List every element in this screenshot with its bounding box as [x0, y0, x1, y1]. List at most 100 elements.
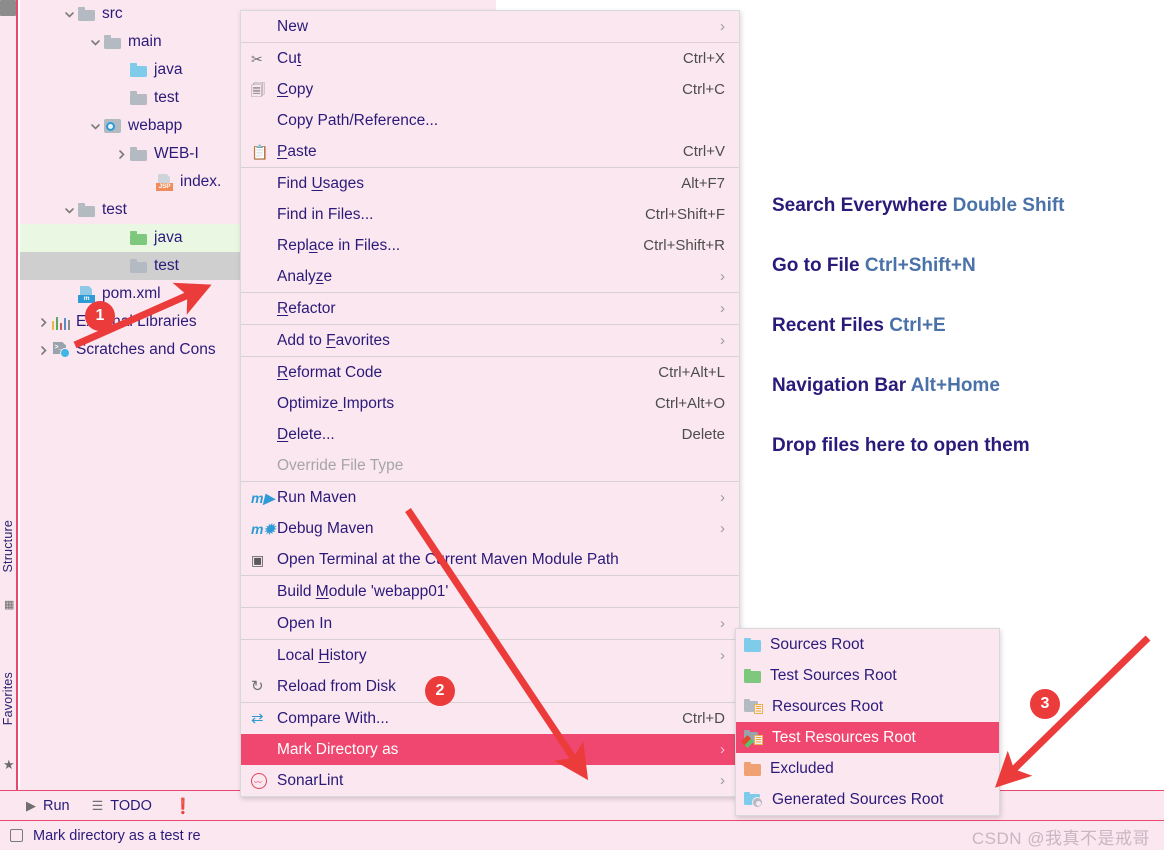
menu-item-label: Local History	[277, 646, 367, 664]
menu-item-copy-path-reference[interactable]: Copy Path/Reference...	[241, 105, 739, 136]
menu-item-shortcut: Ctrl+Shift+F	[644, 206, 725, 223]
tree-item-label: test	[154, 257, 179, 274]
tree-item-main[interactable]: main	[20, 28, 240, 56]
menu-item-paste[interactable]: 📋 Paste Ctrl+V	[241, 136, 739, 167]
tree-item-test[interactable]: test	[20, 252, 240, 280]
copy-icon: 🗐	[251, 81, 265, 98]
tree-item-webapp[interactable]: webapp	[20, 112, 240, 140]
menu-item-open-terminal-at-the-current-maven-module-path[interactable]: ▣ Open Terminal at the Current Maven Modu…	[241, 544, 739, 575]
menu-item-refactor[interactable]: Refactor ›	[241, 293, 739, 324]
menu-item-build-module-webapp01[interactable]: Build Module 'webapp01'	[241, 576, 739, 607]
submenu-item-test-resources-root[interactable]: Test Resources Root	[736, 722, 999, 753]
menu-item-open-in[interactable]: Open In ›	[241, 608, 739, 639]
menu-item-reload-from-disk[interactable]: ↻ Reload from Disk	[241, 671, 739, 702]
menu-item-cut[interactable]: ✂ Cut Ctrl+X	[241, 43, 739, 74]
test-sources-root-icon	[744, 668, 761, 683]
submenu-item-label: Generated Sources Root	[772, 790, 944, 808]
tree-item-java[interactable]: java	[20, 56, 240, 84]
list-icon: ☰	[91, 797, 104, 813]
tree-twisty[interactable]	[112, 61, 130, 79]
todo-label: TODO	[110, 797, 152, 814]
submenu-item-generated-sources-root[interactable]: Generated Sources Root	[736, 784, 999, 815]
folder-icon	[104, 35, 121, 49]
menu-item-compare-with[interactable]: ⇄ Compare With... Ctrl+D	[241, 703, 739, 734]
tree-twisty[interactable]	[60, 201, 78, 219]
tree-twisty[interactable]	[86, 117, 104, 135]
menu-item-shortcut: Ctrl+Shift+R	[643, 237, 725, 254]
left-tool-strip: ▦ Structure ★ Favorites	[0, 0, 18, 790]
tree-item-external-libraries[interactable]: External Libraries	[20, 308, 240, 336]
menu-item-replace-in-files[interactable]: Replace in Files... Ctrl+Shift+R	[241, 230, 739, 261]
submenu-item-excluded[interactable]: Excluded	[736, 753, 999, 784]
tree-item-pom-xml[interactable]: m pom.xml	[20, 280, 240, 308]
menu-item-shortcut: Ctrl+X	[682, 50, 725, 67]
tree-item-label: java	[154, 229, 183, 246]
tree-twisty[interactable]	[34, 341, 52, 359]
tree-item-scratches-and-cons[interactable]: >_ Scratches and Cons	[20, 336, 240, 364]
tree-item-web-i[interactable]: WEB-I	[20, 140, 240, 168]
tree-item-test[interactable]: test	[20, 84, 240, 112]
menu-item-copy[interactable]: 🗐 Copy Ctrl+C	[241, 74, 739, 105]
folder-icon	[78, 7, 95, 21]
submenu-item-sources-root[interactable]: Sources Root	[736, 629, 999, 660]
project-toolwindow-icon[interactable]	[0, 0, 16, 16]
annotation-badge-1: 1	[85, 301, 115, 331]
menu-item-label: Reformat Code	[277, 363, 383, 381]
chevron-right-icon: ›	[720, 647, 725, 664]
tree-twisty[interactable]	[60, 5, 78, 23]
problems-toolwindow-button[interactable]: ❗	[174, 797, 200, 815]
submenu-item-test-sources-root[interactable]: Test Sources Root	[736, 660, 999, 691]
tree-item-java[interactable]: java	[20, 224, 240, 252]
menu-item-debug-maven[interactable]: m✹ Debug Maven ›	[241, 513, 739, 544]
editor-hints: Search Everywhere Double Shift Go to File…	[772, 195, 1065, 495]
menu-item-label: Compare With...	[277, 709, 389, 727]
chevron-right-icon: ›	[720, 300, 725, 317]
tree-item-test[interactable]: test	[20, 196, 240, 224]
menu-item-label: Open In	[277, 614, 333, 632]
refresh-icon: ↻	[251, 678, 264, 695]
jsp-file-icon: JSP	[156, 173, 173, 191]
tree-twisty[interactable]	[112, 145, 130, 163]
editor-hint-search-everywhere: Search Everywhere Double Shift	[772, 195, 1065, 217]
maven-pom-icon: m	[78, 285, 95, 303]
star-icon: ★	[3, 757, 15, 772]
menu-item-add-to-favorites[interactable]: Add to Favorites ›	[241, 325, 739, 356]
tree-twisty[interactable]	[138, 173, 156, 191]
tree-item-src[interactable]: src	[20, 0, 240, 28]
submenu-item-label: Test Resources Root	[772, 728, 916, 746]
tree-twisty[interactable]	[34, 313, 52, 331]
todo-toolwindow-button[interactable]: ☰ TODO	[92, 798, 152, 814]
menu-item-label: Reload from Disk	[277, 677, 396, 695]
menu-item-find-in-files[interactable]: Find in Files... Ctrl+Shift+F	[241, 199, 739, 230]
menu-item-sonarlint[interactable]: 〰 SonarLint ›	[241, 765, 739, 796]
tree-twisty[interactable]	[112, 229, 130, 247]
tree-twisty[interactable]	[86, 33, 104, 51]
menu-item-reformat-code[interactable]: Reformat Code Ctrl+Alt+L	[241, 357, 739, 388]
menu-item-optimize-imports[interactable]: Optimize Imports Ctrl+Alt+O	[241, 388, 739, 419]
strip-label-favorites[interactable]: Favorites	[1, 672, 15, 725]
menu-item-label: Open Terminal at the Current Maven Modul…	[277, 550, 619, 568]
menu-item-find-usages[interactable]: Find Usages Alt+F7	[241, 168, 739, 199]
menu-item-analyze[interactable]: Analyze ›	[241, 261, 739, 292]
run-toolwindow-button[interactable]: ▶ Run	[26, 798, 70, 814]
status-message: Mark directory as a test re	[33, 827, 201, 844]
submenu-item-resources-root[interactable]: Resources Root	[736, 691, 999, 722]
menu-item-label: Paste	[277, 142, 317, 160]
menu-item-label: Replace in Files...	[277, 236, 401, 254]
tree-twisty[interactable]	[60, 285, 78, 303]
tree-twisty[interactable]	[112, 89, 130, 107]
menu-item-new[interactable]: New ›	[241, 11, 739, 42]
menu-item-delete[interactable]: Delete... Delete	[241, 419, 739, 450]
tree-twisty[interactable]	[112, 257, 130, 275]
hint-shortcut: Ctrl+Shift+N	[864, 255, 976, 276]
menu-item-label: SonarLint	[277, 771, 344, 789]
menu-item-local-history[interactable]: Local History ›	[241, 640, 739, 671]
strip-label-structure[interactable]: Structure	[1, 520, 15, 573]
context-menu: New › ✂ Cut Ctrl+X 🗐 Copy Ctrl+C Copy Path/Refer…	[240, 10, 740, 797]
tree-item-index[interactable]: JSP index.	[20, 168, 240, 196]
menu-item-mark-directory-as[interactable]: Mark Directory as ›	[241, 734, 739, 765]
hint-action: Go to File	[772, 255, 860, 276]
tree-item-label: pom.xml	[102, 285, 161, 302]
tree-item-label: WEB-I	[154, 145, 199, 162]
menu-item-run-maven[interactable]: m▶ Run Maven ›	[241, 482, 739, 513]
